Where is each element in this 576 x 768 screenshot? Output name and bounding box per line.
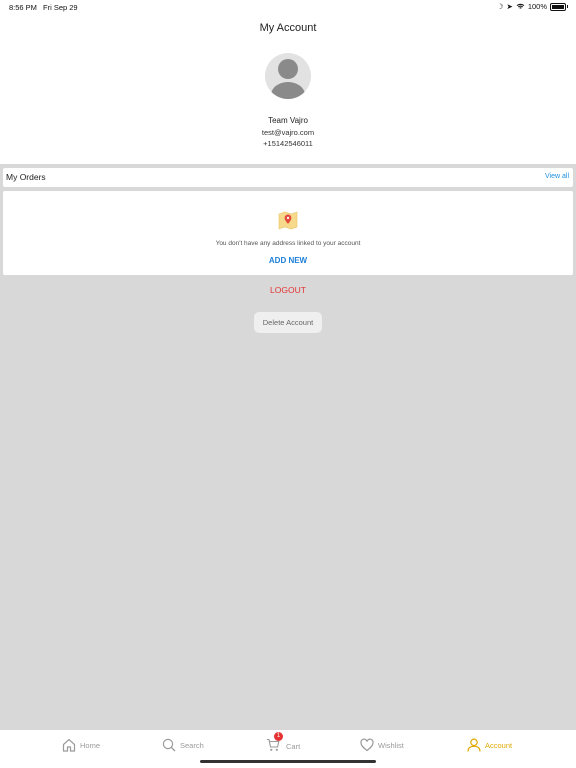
account-header: My Account Team Vajro test@vajro.com +15…: [0, 14, 576, 164]
avatar: [265, 53, 311, 99]
search-icon: [162, 738, 176, 752]
battery-icon: [550, 2, 568, 11]
tab-search-label: Search: [180, 740, 204, 750]
user-icon: [467, 738, 481, 752]
wifi-icon: [516, 3, 525, 9]
status-date: Fri Sep 29: [43, 3, 78, 12]
delete-account-button[interactable]: Delete Account: [254, 312, 322, 333]
logout-button[interactable]: LOGOUT: [0, 285, 576, 295]
status-bar: 8:56 PM Fri Sep 29 ☽ ➤ 100%: [0, 0, 576, 14]
view-all-link[interactable]: View all: [545, 173, 569, 180]
avatar-head: [278, 59, 298, 79]
avatar-body: [271, 82, 305, 99]
location-arrow-icon: ➤: [506, 2, 513, 11]
tab-home-label: Home: [80, 740, 101, 750]
home-icon: [62, 738, 76, 752]
status-indicators: ☽ ➤ 100%: [496, 2, 568, 11]
tab-wishlist-label: Wishlist: [378, 740, 404, 750]
my-orders-title: My Orders: [6, 172, 46, 182]
page-title: My Account: [259, 22, 317, 34]
battery-percent: 100%: [527, 2, 547, 11]
my-orders-bar: My Orders View all: [3, 168, 573, 187]
home-indicator[interactable]: [200, 760, 376, 763]
moon-icon: ☽: [496, 2, 504, 11]
tab-home[interactable]: Home: [62, 738, 100, 752]
user-name: Team Vajro: [268, 116, 308, 125]
user-phone: +15142546011: [263, 139, 313, 148]
tab-cart-label: Cart: [286, 741, 301, 751]
address-card: You don't have any address linked to you…: [3, 191, 573, 275]
no-address-message: You don't have any address linked to you…: [215, 240, 361, 247]
tab-search[interactable]: Search: [162, 738, 204, 752]
tab-account-label: Account: [485, 740, 513, 750]
tab-account[interactable]: Account: [467, 738, 512, 752]
tab-wishlist[interactable]: Wishlist: [360, 738, 404, 752]
user-email: test@vajro.com: [261, 128, 315, 137]
status-time: 8:56 PM: [9, 3, 37, 12]
add-new-address-button[interactable]: ADD NEW: [3, 256, 573, 265]
cart-icon-wrap: 1: [266, 732, 283, 754]
cart-badge: 1: [274, 732, 283, 741]
map-pin-icon: [278, 211, 298, 230]
heart-icon: [360, 738, 374, 752]
tab-cart[interactable]: 1 Cart: [266, 732, 301, 754]
